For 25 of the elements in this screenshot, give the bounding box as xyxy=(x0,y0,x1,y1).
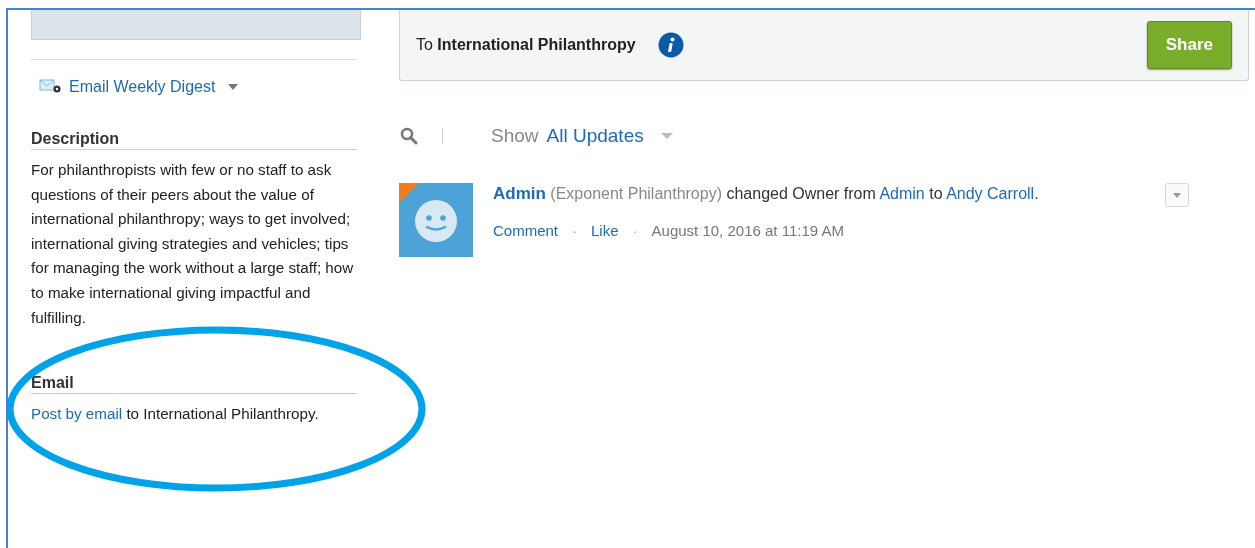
separator-dot: · xyxy=(572,222,578,239)
item-menu-button[interactable] xyxy=(1165,183,1189,207)
feed-action-link[interactable]: Comment xyxy=(493,222,559,239)
feed-action-link[interactable]: Like xyxy=(591,222,619,239)
show-label: Show xyxy=(491,125,539,147)
section-heading: Description xyxy=(31,130,357,150)
envelope-gear-icon xyxy=(39,79,63,95)
filter-dropdown[interactable]: All Updates xyxy=(546,125,644,147)
email-digest-link[interactable]: Email Weekly Digest xyxy=(69,78,216,96)
user-link[interactable]: Admin xyxy=(879,185,925,202)
email-sentence: Post by email to International Philanthropy. xyxy=(31,404,320,425)
timestamp: August 10, 2016 at 11:19 AM xyxy=(651,222,844,239)
separator-dot: · xyxy=(632,222,638,239)
description-text: For philanthropists with few or no staff to ask questions of their peers about the value of international philanthropy; ways to get involved; international giving strategies and vehicles; tips for managing the work without a large staff; how to make international giving impactful and fulfilling. xyxy=(31,160,355,328)
author-link[interactable]: Admin xyxy=(493,184,546,203)
caret-icon xyxy=(1173,192,1181,198)
search-icon[interactable] xyxy=(400,127,418,145)
caret-icon[interactable] xyxy=(227,83,240,91)
user-link[interactable]: Andy Carroll xyxy=(946,185,1035,202)
feed-item-text: Admin (Exponent Philanthropy) changed Owner from Admin to Andy Carroll. xyxy=(493,183,1040,205)
post-by-email-link[interactable]: Post by email xyxy=(31,405,123,423)
avatar-icon[interactable] xyxy=(399,183,473,257)
info-icon[interactable] xyxy=(657,32,684,58)
section-heading: Email xyxy=(31,374,357,395)
publisher-target: To International Philanthropy xyxy=(416,36,636,54)
